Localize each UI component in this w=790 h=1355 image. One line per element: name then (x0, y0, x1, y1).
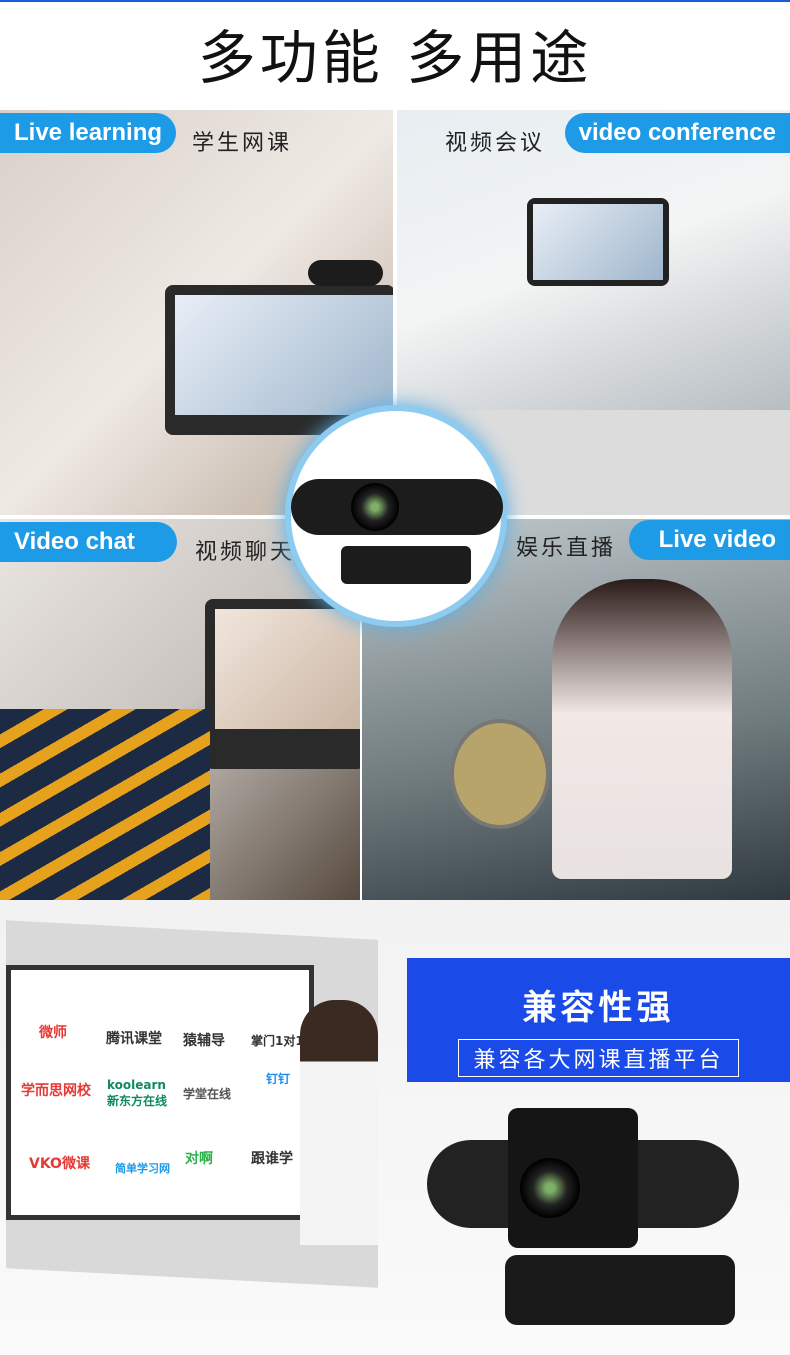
compat-subtitle: 兼容各大网课直播平台 (458, 1039, 739, 1077)
lens-icon (520, 1158, 580, 1218)
label-live-learning-cn: 学生网课 (192, 131, 293, 156)
logo-tencent-class: 腾讯课堂 (106, 1031, 162, 1047)
label-video-chat-cn: 视频聊天 (195, 540, 296, 565)
logo-xueersi: 学而思网校 (21, 1083, 91, 1099)
label-live-video: Live video (628, 520, 790, 560)
logo-duia: 对啊 (185, 1151, 213, 1167)
label-live-learning: Live learning (0, 113, 177, 153)
teacher-image (300, 1000, 378, 1245)
logo-yuanfudao: 猿辅导 (183, 1033, 225, 1049)
logo-vko: VKO微课 (29, 1156, 90, 1172)
webcam-circle (285, 405, 507, 627)
label-video-conference: video conference (564, 113, 790, 153)
platform-screen: 微师 腾讯课堂 猿辅导 掌门1对1 学而思网校 koolearn 新东方在线 学… (6, 965, 314, 1220)
label-live-video-cn: 娱乐直播 (516, 536, 617, 561)
logo-weishi: 微师 (39, 1025, 67, 1041)
logo-genshuixue: 跟谁学 (251, 1151, 293, 1167)
logo-dingtalk: 钉钉 (266, 1072, 291, 1086)
logo-zhangmen: 掌门1对1 (251, 1034, 304, 1048)
lens-icon (351, 483, 399, 531)
logo-koolearn: koolearn 新东方在线 (107, 1078, 168, 1108)
page-title: 多功能 多用途 (0, 0, 790, 110)
webcam-image (308, 260, 383, 286)
compatibility-banner: 兼容性强 兼容各大网课直播平台 (407, 958, 790, 1082)
label-video-conference-cn: 视频会议 (445, 131, 546, 156)
label-video-chat: Video chat (0, 522, 177, 562)
logo-xuetangx: 学堂在线 (183, 1087, 232, 1101)
logo-jd100: 简单学习网 (115, 1162, 170, 1175)
compat-heading: 兼容性强 (522, 988, 675, 1028)
